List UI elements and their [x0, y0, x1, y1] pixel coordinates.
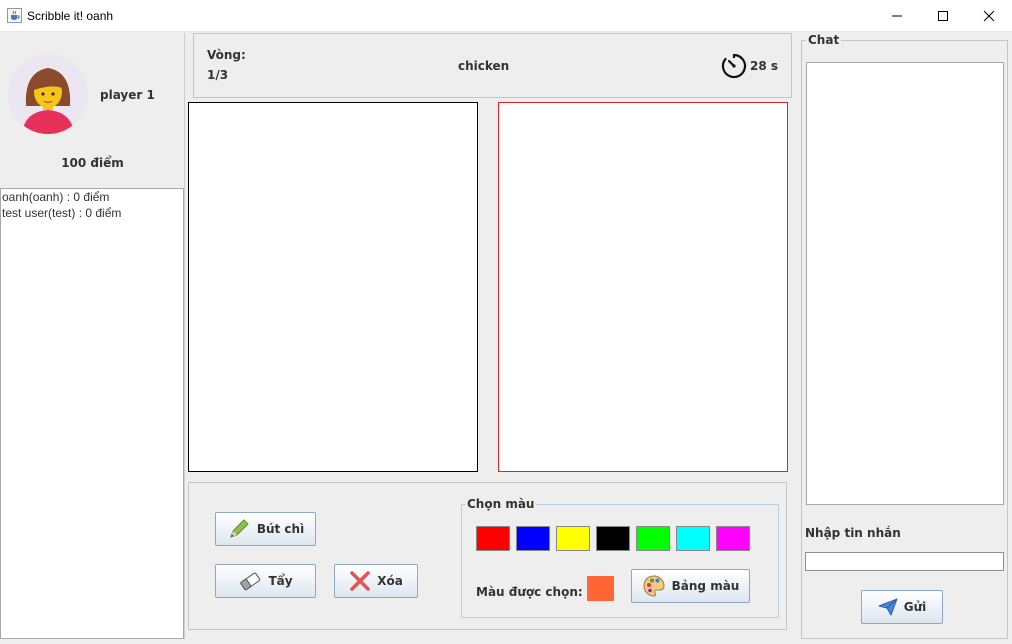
message-input[interactable]	[805, 552, 1004, 571]
round-label: Vòng:	[207, 48, 246, 62]
stopwatch-icon	[721, 53, 747, 79]
color-swatch-blue[interactable]	[516, 526, 550, 551]
woman-avatar-icon	[8, 54, 88, 134]
timer-value: 28 s	[750, 59, 779, 73]
clear-label: Xóa	[377, 574, 403, 588]
paper-plane-icon	[878, 598, 898, 616]
clear-button[interactable]: Xóa	[334, 564, 418, 598]
close-icon	[983, 10, 995, 22]
chat-title: Chat	[806, 33, 842, 47]
maximize-icon	[938, 11, 948, 21]
preview-canvas[interactable]	[498, 102, 788, 472]
java-cup-icon	[7, 8, 22, 23]
minimize-icon	[892, 15, 902, 17]
minimize-button[interactable]	[874, 0, 920, 32]
pencil-icon	[230, 519, 249, 538]
color-swatch-cyan[interactable]	[676, 526, 710, 551]
color-swatch-black[interactable]	[596, 526, 630, 551]
color-swatch-magenta[interactable]	[716, 526, 750, 551]
eraser-icon	[240, 572, 261, 591]
player-score: 100 điểm	[61, 156, 124, 170]
send-button[interactable]: Gửi	[861, 590, 943, 624]
drawing-canvas[interactable]	[188, 102, 478, 472]
maximize-button[interactable]	[920, 0, 966, 32]
close-button[interactable]	[966, 0, 1012, 32]
send-label: Gửi	[903, 600, 927, 614]
round-header: Vòng: 1/3 chicken 28 s	[193, 33, 792, 98]
color-swatch-red[interactable]	[476, 526, 510, 551]
delete-x-icon	[350, 571, 370, 591]
chat-messages-area[interactable]	[806, 62, 1004, 505]
list-item[interactable]: test user(test) : 0 điểm	[1, 205, 183, 221]
eraser-button[interactable]: Tẩy	[215, 564, 316, 598]
pencil-button[interactable]: Bút chì	[215, 512, 316, 546]
player-name: player 1	[100, 88, 155, 102]
round-value: 1/3	[207, 68, 229, 82]
palette-label: Bảng màu	[671, 579, 740, 593]
palette-button[interactable]: Bảng màu	[631, 569, 750, 603]
word-to-draw: chicken	[458, 59, 510, 73]
title-bar	[0, 0, 1012, 32]
eraser-label: Tẩy	[268, 574, 293, 588]
scoreboard-list[interactable]: oanh(oanh) : 0 điểm test user(test) : 0 …	[0, 188, 184, 639]
color-group-title: Chọn màu	[465, 497, 537, 511]
color-swatch-yellow[interactable]	[556, 526, 590, 551]
list-item[interactable]: oanh(oanh) : 0 điểm	[1, 189, 183, 205]
selected-color-swatch	[587, 576, 614, 601]
selected-color-label: Màu được chọn:	[476, 585, 583, 599]
window-title: Scribble it! oanh	[27, 9, 114, 23]
pencil-label: Bút chì	[256, 522, 305, 536]
palette-icon	[643, 575, 665, 597]
message-input-label: Nhập tin nhắn	[805, 526, 901, 540]
color-swatch-green[interactable]	[636, 526, 670, 551]
